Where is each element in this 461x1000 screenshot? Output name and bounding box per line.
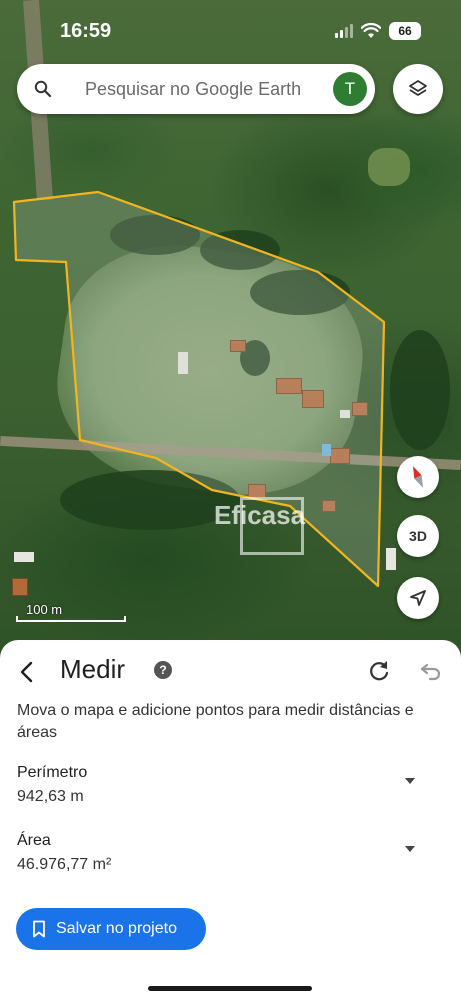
chevron-down-icon[interactable]: [403, 776, 417, 786]
perimeter-label: Perímetro: [17, 764, 88, 781]
compass-button[interactable]: [397, 456, 439, 498]
back-button[interactable]: [12, 656, 40, 688]
3d-button[interactable]: 3D: [397, 515, 439, 557]
avatar[interactable]: T: [333, 72, 367, 106]
measure-header: Medir ?: [0, 652, 461, 692]
save-to-project-button[interactable]: Salvar no projeto: [16, 908, 206, 950]
watermark-text: Eficasa: [214, 500, 306, 530]
map-scale: 100 m: [16, 600, 126, 622]
search-input[interactable]: Pesquisar no Google Earth: [85, 79, 301, 100]
boundary-outline: [12, 190, 386, 588]
area-label: Área: [17, 832, 51, 849]
measure-panel: Medir ? Mova o mapa e adicione pontos pa…: [0, 640, 461, 1000]
battery-indicator: 66: [389, 22, 421, 40]
home-indicator[interactable]: [148, 986, 312, 991]
chevron-down-icon[interactable]: [403, 844, 417, 854]
my-location-icon: [410, 590, 426, 606]
area-value: 46.976,77 m²: [17, 856, 112, 873]
cellular-signal-icon: [335, 24, 353, 38]
redo-icon[interactable]: [366, 658, 392, 684]
save-button-label: Salvar no projeto: [56, 920, 177, 937]
layers-button[interactable]: [393, 64, 443, 114]
search-icon: [34, 80, 52, 98]
perimeter-row[interactable]: Perímetro 942,63 m: [17, 764, 447, 814]
my-location-button[interactable]: [397, 577, 439, 619]
perimeter-value: 942,63 m: [17, 788, 84, 805]
wifi-icon: [361, 23, 381, 38]
status-icons: 66: [335, 22, 421, 40]
bookmark-icon: [33, 920, 45, 938]
page-title: Medir: [60, 654, 126, 684]
clock: 16:59: [60, 20, 112, 42]
scale-label: 100 m: [26, 602, 63, 617]
status-bar: 16:59 66: [0, 0, 461, 60]
back-arrow-icon: [20, 661, 33, 683]
undo-icon[interactable]: [418, 658, 444, 684]
satellite-map[interactable]: Eficasa 16:59 66 Pesquisar no Google Ear…: [0, 0, 461, 662]
scale-bar: [16, 616, 126, 622]
help-icon[interactable]: ?: [154, 661, 172, 679]
measure-instructions: Mova o mapa e adicione pontos para medir…: [17, 702, 414, 741]
compass-icon: [412, 466, 424, 488]
search-bar[interactable]: Pesquisar no Google Earth T: [17, 64, 375, 114]
area-row[interactable]: Área 46.976,77 m²: [17, 832, 447, 882]
layers-icon: [409, 80, 427, 96]
